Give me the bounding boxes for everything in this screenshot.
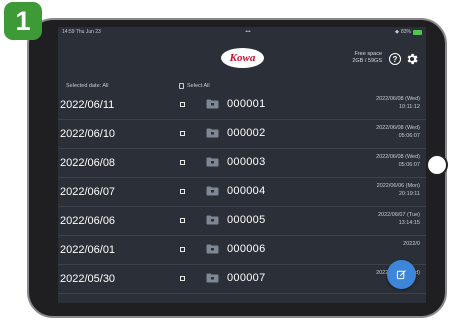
folder-name: 000006 <box>227 243 266 255</box>
row-modified-date: 2022/06/08 (Wed) <box>376 125 420 131</box>
battery-icon <box>413 29 422 35</box>
row-checkbox[interactable] <box>180 247 185 252</box>
folder-icon <box>206 186 219 196</box>
row-date: 2022/06/11 <box>60 99 115 111</box>
kowa-logo: Kowa <box>221 48 264 68</box>
help-icon[interactable]: ? <box>389 53 401 65</box>
clipboard-icon <box>179 83 184 89</box>
row-modified: 2022/06/06 (Mon) 20:19:11 <box>377 183 420 198</box>
row-checkbox[interactable] <box>180 131 185 136</box>
folder-row[interactable]: 2022/06/01 000006 2022/0 <box>58 236 426 265</box>
free-space-label: Free space <box>354 51 382 57</box>
status-bar: 14:59 Thu Jun 23 ••• ◆ 83% <box>58 27 426 37</box>
folder-icon <box>206 273 219 283</box>
app-screen: 14:59 Thu Jun 23 ••• ◆ 83% Kowa Free spa… <box>58 27 426 303</box>
row-modified-time: 20:19:11 <box>398 190 420 197</box>
status-dots: ••• <box>245 29 251 35</box>
row-modified-date: 2022/06/06 (Mon) <box>376 183 420 189</box>
edit-icon <box>396 270 406 280</box>
folder-name: 000004 <box>227 185 266 197</box>
row-checkbox[interactable] <box>180 189 185 194</box>
free-space-info: Free space 2GB / 59GS <box>330 51 382 65</box>
folder-icon <box>206 99 219 109</box>
row-modified-time: 10:11:12 <box>398 103 420 110</box>
logo-text: Kowa <box>229 52 256 64</box>
status-time: 14:59 Thu Jun 23 <box>62 29 101 35</box>
row-modified-time: 05:06:07 <box>398 132 420 139</box>
free-space-value: 2GB / 59GS <box>352 58 382 64</box>
row-date: 2022/06/08 <box>60 157 116 169</box>
folder-row[interactable]: 2022/05/30 000007 2022/06/08 (Wed) <box>58 265 426 294</box>
row-modified: 2022/06/07 (Tue) 13:14:15 <box>378 212 420 227</box>
row-modified-date: 2022/06/08 (Wed) <box>376 154 420 160</box>
folder-name: 000007 <box>227 272 266 284</box>
folder-name: 000005 <box>227 214 266 226</box>
gear-icon[interactable] <box>405 52 419 66</box>
row-date: 2022/06/06 <box>60 215 116 227</box>
folder-row[interactable]: 2022/06/06 000005 2022/06/07 (Tue) 13:14… <box>58 207 426 236</box>
folder-row[interactable]: 2022/06/07 000004 2022/06/06 (Mon) 20:19… <box>58 178 426 207</box>
edit-fab-button[interactable] <box>387 260 416 289</box>
folder-row[interactable]: 2022/06/08 000003 2022/06/08 (Wed) 05:06… <box>58 149 426 178</box>
folder-icon <box>206 215 219 225</box>
folder-list: 2022/06/11 000001 2022/06/08 (Wed) 10:11… <box>58 91 426 294</box>
row-checkbox[interactable] <box>180 218 185 223</box>
row-modified-time: 13:14:15 <box>398 219 420 226</box>
row-checkbox[interactable] <box>180 160 185 165</box>
select-all-label: Select All <box>187 83 210 89</box>
row-checkbox[interactable] <box>180 276 185 281</box>
app-header: Kowa Free space 2GB / 59GS ? <box>58 37 426 79</box>
folder-row[interactable]: 2022/06/10 000002 2022/06/08 (Wed) 05:06… <box>58 120 426 149</box>
select-all-button[interactable]: Select All <box>179 83 210 89</box>
row-modified: 2022/06/08 (Wed) 05:06:07 <box>376 154 420 169</box>
row-modified: 2022/06/08 (Wed) 05:06:07 <box>376 125 420 140</box>
tablet-home-button[interactable] <box>426 154 448 176</box>
row-date: 2022/05/30 <box>60 273 116 285</box>
folder-name: 000003 <box>227 156 266 168</box>
status-right: ◆ 83% <box>395 29 422 35</box>
row-date: 2022/06/10 <box>60 128 116 140</box>
folder-name: 000002 <box>227 127 266 139</box>
wifi-icon: ◆ <box>395 29 399 35</box>
row-date: 2022/06/07 <box>60 186 116 198</box>
row-modified-date: 2022/06/08 (Wed) <box>376 96 420 102</box>
row-modified: 2022/06/08 (Wed) 10:11:12 <box>376 96 420 111</box>
row-date: 2022/06/01 <box>60 244 116 256</box>
step-number-badge: 1 <box>4 2 42 40</box>
selected-date-filter[interactable]: Selected date: All <box>66 83 109 89</box>
row-modified-date: 2022/06/07 (Tue) <box>378 212 420 218</box>
folder-icon <box>206 128 219 138</box>
row-modified: 2022/0 <box>403 241 420 249</box>
folder-row[interactable]: 2022/06/11 000001 2022/06/08 (Wed) 10:11… <box>58 91 426 120</box>
row-modified-date: 2022/0 <box>403 241 420 247</box>
row-checkbox[interactable] <box>180 102 185 107</box>
list-subheader: Selected date: All Select All <box>58 79 426 91</box>
folder-name: 000001 <box>227 98 266 110</box>
folder-icon <box>206 244 219 254</box>
folder-icon <box>206 157 219 167</box>
battery-percent: 83% <box>400 29 411 35</box>
row-modified-time: 05:06:07 <box>398 161 420 168</box>
